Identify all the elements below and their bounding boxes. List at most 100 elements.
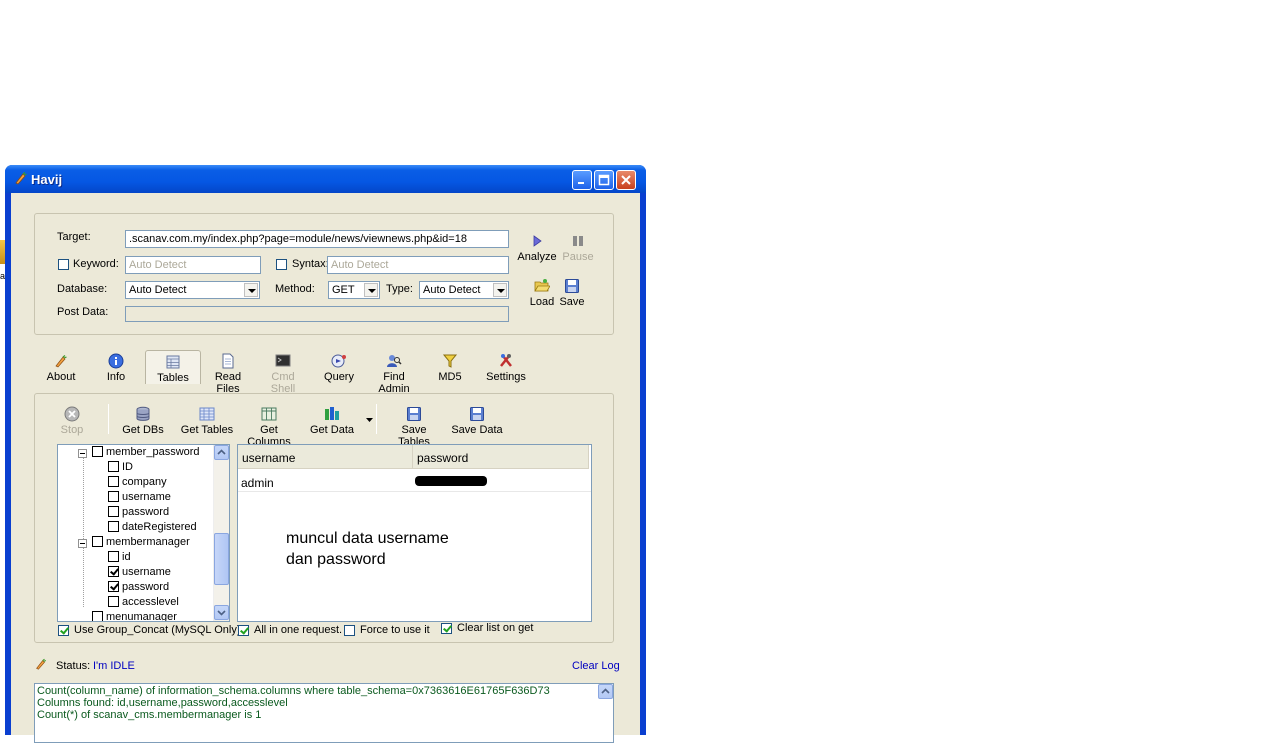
pause-label: Pause: [562, 251, 594, 263]
save-label: Save: [559, 296, 585, 308]
tree-checkbox[interactable]: [92, 611, 103, 621]
data-grid[interactable]: username password admin muncul data user…: [237, 444, 592, 622]
chevron-down-icon[interactable]: [493, 283, 507, 297]
keyword-checkbox[interactable]: [58, 259, 69, 270]
tree-checkbox[interactable]: [108, 521, 119, 532]
tree-scrollbar[interactable]: [213, 445, 229, 621]
log-line: Count(column_name) of information_schema…: [37, 685, 550, 697]
minimize-button[interactable]: [572, 170, 592, 190]
method-select[interactable]: GET: [328, 281, 380, 299]
save-tables-button[interactable]: Save Tables: [385, 406, 443, 448]
database-icon: [136, 406, 150, 421]
database-select[interactable]: Auto Detect: [125, 281, 260, 299]
tree-checkbox-checked[interactable]: [108, 581, 119, 592]
save-data-button[interactable]: Save Data: [451, 406, 503, 436]
tree-checkbox[interactable]: [108, 506, 119, 517]
all-in-one-checkbox[interactable]: [238, 625, 249, 636]
syntax-checkbox[interactable]: [276, 259, 287, 270]
tab-find-admin-label: Find Admin: [378, 371, 410, 395]
tree-node-table[interactable]: membermanager: [92, 536, 190, 551]
get-data-dropdown-icon[interactable]: [366, 418, 373, 422]
save-button[interactable]: Save: [557, 278, 587, 308]
tab-about-label: About: [46, 371, 76, 383]
tab-read-files[interactable]: Read Files: [204, 353, 252, 395]
tree-checkbox[interactable]: [108, 596, 119, 607]
grid-column-username[interactable]: username: [238, 445, 413, 469]
chevron-down-icon[interactable]: [244, 283, 258, 297]
tab-tables-label: Tables: [157, 372, 189, 384]
method-label: Method:: [275, 283, 315, 295]
method-select-value: GET: [332, 284, 355, 296]
tree-checkbox-checked[interactable]: [108, 566, 119, 577]
tab-about[interactable]: About: [42, 353, 80, 383]
log-panel[interactable]: Count(column_name) of information_schema…: [34, 683, 614, 743]
stop-button[interactable]: Stop: [55, 406, 89, 436]
force-checkbox[interactable]: [344, 625, 355, 636]
target-label: Target:: [57, 231, 91, 243]
close-button[interactable]: [616, 170, 636, 190]
tab-query[interactable]: Query: [321, 353, 357, 383]
cmd-shell-icon: [275, 354, 291, 367]
pause-button[interactable]: Pause: [560, 233, 596, 263]
load-button[interactable]: Load: [525, 278, 559, 308]
target-input[interactable]: .scanav.com.my/index.php?page=module/new…: [125, 230, 509, 248]
chevron-up-icon: [217, 449, 226, 455]
tree-node-column[interactable]: dateRegistered: [108, 521, 197, 536]
get-dbs-button[interactable]: Get DBs: [119, 406, 167, 436]
tree-checkbox[interactable]: [92, 446, 103, 457]
target-group: Target: .scanav.com.my/index.php?page=mo…: [34, 213, 614, 335]
keyword-input[interactable]: Auto Detect: [125, 256, 261, 274]
post-data-input[interactable]: [125, 306, 509, 322]
schema-tree[interactable]: member_password ID company username pass…: [57, 444, 230, 622]
tab-cmd-shell-label: Cmd Shell: [270, 371, 296, 395]
collapse-icon[interactable]: [78, 539, 87, 548]
tree-checkbox[interactable]: [108, 461, 119, 472]
tree-checkbox[interactable]: [108, 551, 119, 562]
tree-node-column[interactable]: ID: [108, 461, 133, 476]
settings-icon: [500, 354, 512, 367]
scroll-thumb[interactable]: [214, 533, 229, 585]
tree-checkbox[interactable]: [92, 536, 103, 547]
clear-list-label: Clear list on get: [457, 622, 534, 634]
tab-md5[interactable]: MD5: [435, 353, 465, 383]
annotation-line-1: muncul data username: [286, 530, 449, 547]
tree-node-column[interactable]: accesslevel: [108, 596, 179, 611]
tab-info[interactable]: Info: [99, 353, 133, 383]
collapse-icon[interactable]: [78, 449, 87, 458]
grid-header: username password: [238, 445, 589, 469]
group-concat-checkbox[interactable]: [58, 625, 69, 636]
columns-icon: [261, 407, 277, 421]
tree-node-column[interactable]: username: [108, 491, 171, 506]
type-select[interactable]: Auto Detect: [419, 281, 509, 299]
grid-column-password[interactable]: password: [413, 445, 589, 469]
get-tables-button[interactable]: Get Tables: [179, 406, 235, 436]
tree-node-column[interactable]: username: [108, 566, 171, 581]
maximize-button[interactable]: [594, 170, 614, 190]
redacted-password: [415, 476, 487, 486]
tab-settings[interactable]: Settings: [483, 353, 529, 383]
syntax-input[interactable]: Auto Detect: [327, 256, 509, 274]
analyze-button[interactable]: Analyze: [517, 233, 557, 263]
tree-node-column[interactable]: password: [108, 506, 169, 521]
tab-cmd-shell[interactable]: Cmd Shell: [259, 353, 307, 395]
tree-checkbox[interactable]: [108, 476, 119, 487]
tree-node-table[interactable]: member_password: [92, 446, 200, 461]
tab-find-admin[interactable]: Find Admin: [367, 353, 421, 395]
tree-node-table[interactable]: menumanager: [92, 611, 177, 621]
clear-log-link[interactable]: Clear Log: [572, 660, 620, 672]
tree-node-column[interactable]: password: [108, 581, 169, 596]
tab-md5-label: MD5: [438, 371, 462, 383]
tab-read-files-label: Read Files: [214, 371, 242, 395]
clear-list-checkbox[interactable]: [441, 623, 452, 634]
tab-tables[interactable]: Tables: [151, 354, 195, 384]
tree-checkbox[interactable]: [108, 491, 119, 502]
get-columns-button[interactable]: Get Columns: [238, 406, 300, 448]
title-bar[interactable]: Havij: [5, 165, 646, 193]
scroll-up-button[interactable]: [214, 445, 229, 460]
tree-node-column[interactable]: id: [108, 551, 131, 566]
chevron-down-icon[interactable]: [364, 283, 378, 297]
log-scroll-up-button[interactable]: [598, 684, 613, 699]
scroll-down-button[interactable]: [214, 605, 229, 620]
get-data-button[interactable]: Get Data: [308, 406, 356, 436]
tree-node-column[interactable]: company: [108, 476, 167, 491]
